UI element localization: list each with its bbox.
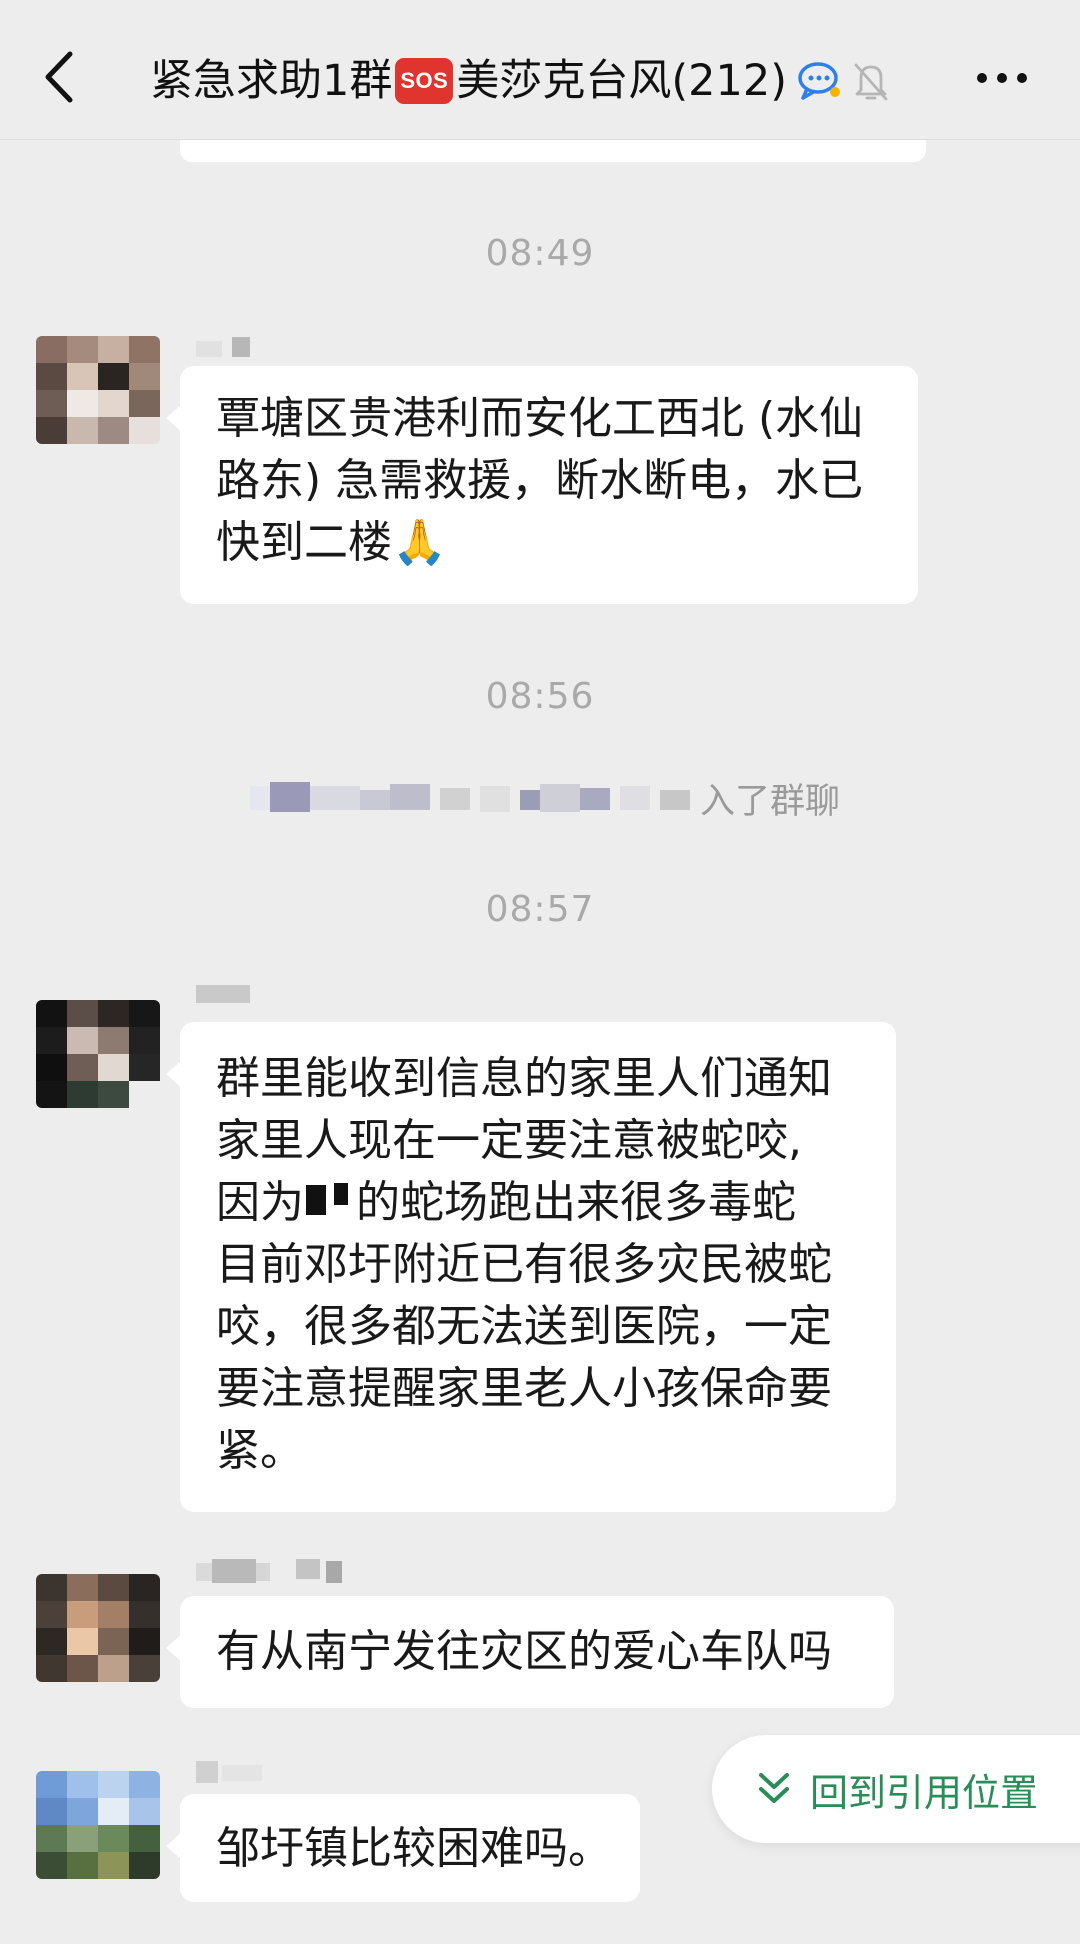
message-bubble[interactable]: 覃塘区贵港利而安化工西北 (水仙 路东) 急需救援，断水断电，水已 快到二楼🙏: [166, 366, 918, 604]
chat-title[interactable]: 紧急求助1群 SOS 美莎克台风(212): [150, 46, 891, 116]
avatar-pixelated-image: [36, 1574, 160, 1682]
chat-screen: 紧急求助1群 SOS 美莎克台风(212) 08:49 覃塘区贵港利而安化工西北…: [0, 0, 1080, 1944]
message-line: 要注意提醒家里老人小孩保命要: [216, 1363, 832, 1414]
double-chevron-down-icon: [759, 1773, 789, 1803]
timestamp: 08:56: [485, 676, 595, 717]
chat-header: 紧急求助1群 SOS 美莎克台风(212): [0, 0, 1080, 140]
message-line-text: 快到二楼: [216, 517, 392, 568]
sender-name-redacted: [196, 1559, 342, 1583]
jump-to-quote-button[interactable]: 回到引用位置: [712, 1735, 1080, 1843]
message-line: 因为 的蛇场跑出来很多毒蛇: [216, 1172, 860, 1234]
chat-bubble-icon: [798, 62, 840, 100]
avatar-pixelated-image: [36, 1000, 160, 1108]
message-bubble[interactable]: 有从南宁发往灾区的爱心车队吗: [166, 1596, 894, 1708]
avatar-pixelated-image: [36, 336, 160, 444]
avatar[interactable]: [36, 1574, 160, 1682]
redacted-text: [306, 1183, 348, 1215]
avatar[interactable]: [36, 336, 160, 444]
message-line-text: 的蛇场跑出来很多毒蛇: [356, 1177, 796, 1228]
chat-title-prefix: 紧急求助1群: [150, 56, 393, 106]
timestamp: 08:49: [485, 233, 595, 274]
message-line: 覃塘区贵港利而安化工西北 (水仙: [216, 393, 864, 444]
avatar-pixelated-image: [36, 1771, 160, 1879]
redacted-names: [250, 782, 690, 812]
sos-icon: SOS: [395, 58, 454, 104]
avatar[interactable]: [36, 1000, 160, 1108]
message-text: 邹圩镇比较困难吗。: [216, 1823, 612, 1874]
back-button[interactable]: [30, 40, 90, 110]
message-line: 群里能收到信息的家里人们通知: [216, 1053, 832, 1104]
timestamp: 08:57: [485, 889, 595, 930]
message-bubble[interactable]: 群里能收到信息的家里人们通知 家里人现在一定要注意被蛇咬, 因为 的蛇场跑出来很多…: [166, 1022, 896, 1512]
message-line: 家里人现在一定要注意被蛇咬,: [216, 1115, 802, 1166]
chevron-left-icon: [45, 51, 73, 103]
praying-hands-emoji: 🙏: [392, 517, 447, 568]
message-line-text: 因为: [216, 1177, 304, 1228]
system-message-text: 入了群聊: [700, 781, 841, 822]
message-bubble[interactable]: 邹圩镇比较困难吗。: [166, 1794, 640, 1902]
message-line: 紧。: [216, 1425, 304, 1476]
message-line: 咬，很多都无法送到医院，一定: [216, 1301, 832, 1352]
message-line: 路东) 急需救援，断水断电，水已: [216, 455, 864, 506]
message-line: 目前邓圩附近已有很多灾民被蛇: [216, 1239, 832, 1290]
sender-name-redacted: [196, 985, 250, 1003]
message-line: 快到二楼🙏: [216, 512, 882, 574]
avatar[interactable]: [36, 1771, 160, 1879]
message-text: 有从南宁发往灾区的爱心车队吗: [216, 1626, 832, 1677]
chat-title-suffix: 美莎克台风(212): [456, 56, 787, 106]
more-dots-icon: [977, 73, 1027, 83]
system-message: 入了群聊: [250, 768, 850, 828]
sender-name-redacted: [196, 337, 250, 357]
bell-off-icon: [854, 63, 888, 101]
more-button[interactable]: [972, 58, 1032, 98]
sender-name-redacted: [196, 1761, 262, 1783]
jump-to-quote-label: 回到引用位置: [810, 1770, 1039, 1815]
